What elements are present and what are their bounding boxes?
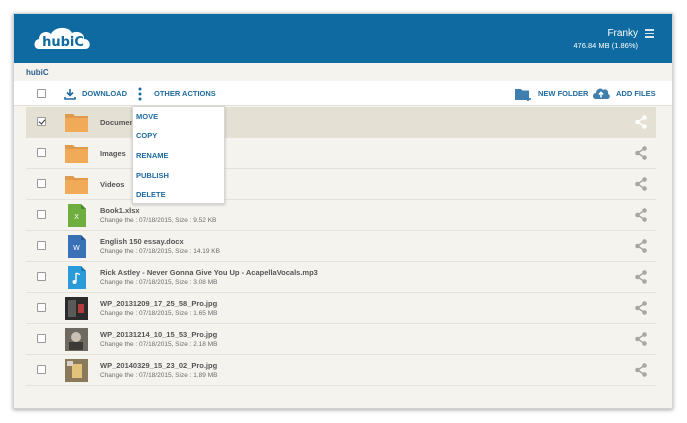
menu-item-move[interactable]: MOVE — [136, 112, 158, 121]
file-row-folder[interactable]: Videos — [26, 169, 656, 200]
kebab-icon — [138, 87, 142, 100]
hubic-logo[interactable]: hubiC — [31, 22, 95, 56]
file-name[interactable]: WP_20131214_10_15_53_Pro.jpg — [100, 330, 217, 339]
file-row-folder[interactable]: Images — [26, 138, 656, 169]
share-icon[interactable] — [634, 115, 648, 129]
file-name[interactable]: WP_20140329_15_23_02_Pro.jpg — [100, 361, 217, 370]
folder-icon — [65, 145, 88, 163]
share-icon[interactable] — [634, 301, 648, 315]
row-checkbox[interactable] — [37, 303, 46, 312]
file-name[interactable]: Documen — [100, 118, 134, 127]
file-row[interactable]: X Book1.xlsx Change the : 07/18/2015, Si… — [26, 200, 656, 231]
add-files-button[interactable]: ADD FILES — [592, 81, 656, 106]
file-row[interactable]: WP_20131209_17_25_58_Pro.jpg Change the … — [26, 293, 656, 324]
header-bar: hubiC Franky 476.84 MB (1.86%) — [14, 14, 672, 63]
add-files-label: ADD FILES — [616, 89, 656, 98]
svg-text:X: X — [74, 213, 79, 221]
word-file-icon: W — [68, 235, 86, 258]
row-checkbox[interactable] — [37, 365, 46, 374]
quota-text: 476.84 MB (1.86%) — [573, 41, 638, 50]
svg-text:W: W — [73, 244, 80, 252]
share-icon[interactable] — [634, 239, 648, 253]
file-row[interactable]: Rick Astley - Never Gonna Give You Up - … — [26, 262, 656, 293]
row-checkbox[interactable] — [37, 210, 46, 219]
new-folder-label: NEW FOLDER — [538, 89, 589, 98]
other-actions-button[interactable]: OTHER ACTIONS — [138, 81, 216, 106]
file-meta: Change the : 07/18/2015, Size : 3.08 MB — [100, 279, 218, 286]
file-name[interactable]: Images — [100, 149, 126, 158]
hubic-window: hubiC Franky 476.84 MB (1.86%) hubiC DOW… — [13, 13, 673, 409]
breadcrumb[interactable]: hubiC — [26, 68, 49, 77]
row-checkbox[interactable] — [37, 334, 46, 343]
menu-item-delete[interactable]: DELETE — [136, 190, 166, 199]
row-checkbox[interactable] — [37, 148, 46, 157]
menu-item-rename[interactable]: RENAME — [136, 151, 169, 160]
row-checkbox[interactable] — [37, 272, 46, 281]
new-folder-icon — [515, 88, 531, 101]
folder-icon — [65, 176, 88, 194]
file-name[interactable]: WP_20131209_17_25_58_Pro.jpg — [100, 299, 217, 308]
other-actions-menu: MOVE COPY RENAME PUBLISH DELETE — [132, 106, 225, 204]
file-name[interactable]: Videos — [100, 180, 124, 189]
share-icon[interactable] — [634, 363, 648, 377]
file-meta: Change the : 07/18/2015, Size : 1.65 MB — [100, 310, 218, 317]
menu-item-copy[interactable]: COPY — [136, 131, 157, 140]
hamburger-icon[interactable] — [645, 29, 654, 38]
file-name[interactable]: Book1.xlsx — [100, 206, 140, 215]
user-name[interactable]: Franky — [607, 28, 638, 39]
share-icon[interactable] — [634, 146, 648, 160]
row-checkbox[interactable] — [37, 241, 46, 250]
new-folder-button[interactable]: NEW FOLDER — [515, 81, 588, 106]
other-actions-label: OTHER ACTIONS — [154, 89, 216, 98]
download-label: DOWNLOAD — [82, 89, 127, 98]
toolbar: DOWNLOAD OTHER ACTIONS NEW FOLDER ADD FI… — [14, 81, 672, 106]
logo-text: hubiC — [42, 35, 84, 50]
file-name[interactable]: Rick Astley - Never Gonna Give You Up - … — [100, 268, 318, 277]
file-row-folder[interactable]: Documen — [26, 107, 656, 138]
cloud-upload-icon — [593, 88, 610, 99]
file-meta: Change the : 07/18/2015, Size : 9.52 KB — [100, 217, 217, 224]
row-checkbox[interactable] — [37, 117, 46, 126]
folder-icon — [65, 114, 88, 132]
menu-item-publish[interactable]: PUBLISH — [136, 171, 169, 180]
share-icon[interactable] — [634, 177, 648, 191]
select-all-checkbox[interactable] — [37, 89, 46, 98]
file-name[interactable]: English 150 essay.docx — [100, 237, 184, 246]
image-thumbnail — [65, 359, 88, 382]
file-meta: Change the : 07/18/2015, Size : 2.18 MB — [100, 341, 218, 348]
file-meta: Change the : 07/18/2015, Size : 14.19 KB — [100, 248, 220, 255]
download-icon — [64, 88, 76, 100]
file-row[interactable]: WP_20131214_10_15_53_Pro.jpg Change the … — [26, 324, 656, 355]
file-meta: Change the : 07/18/2015, Size : 1.89 MB — [100, 372, 218, 379]
share-icon[interactable] — [634, 270, 648, 284]
image-thumbnail — [65, 328, 88, 351]
audio-file-icon — [68, 266, 86, 289]
file-row[interactable]: W English 150 essay.docx Change the : 07… — [26, 231, 656, 262]
download-button[interactable]: DOWNLOAD — [64, 81, 127, 106]
file-row[interactable]: WP_20140329_15_23_02_Pro.jpg Change the … — [26, 355, 656, 386]
share-icon[interactable] — [634, 208, 648, 222]
image-thumbnail — [65, 297, 88, 320]
row-checkbox[interactable] — [37, 179, 46, 188]
share-icon[interactable] — [634, 332, 648, 346]
excel-file-icon: X — [68, 204, 86, 227]
